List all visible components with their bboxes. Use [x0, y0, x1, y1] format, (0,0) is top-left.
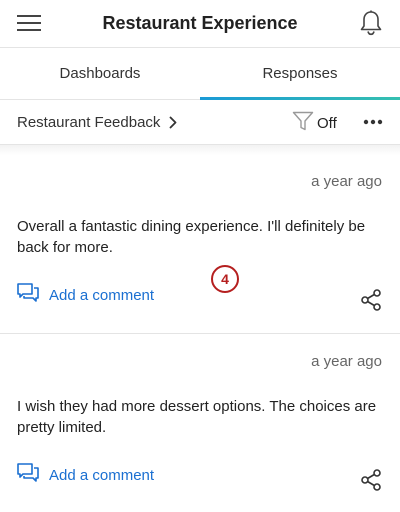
response-card: a year ago Overall a fantastic dining ex…	[0, 155, 400, 334]
app-header: Restaurant Experience	[0, 0, 400, 47]
survey-toolbar: Restaurant Feedback Off	[0, 100, 400, 145]
tab-dashboards[interactable]: Dashboards	[0, 48, 200, 99]
add-comment-button[interactable]: Add a comment	[17, 283, 154, 308]
tab-bar: Dashboards Responses	[0, 47, 400, 100]
funnel-icon	[292, 110, 314, 137]
response-timestamp: a year ago	[311, 353, 382, 370]
tab-label: Dashboards	[59, 65, 141, 82]
tab-responses[interactable]: Responses	[200, 48, 400, 100]
share-icon[interactable]	[360, 469, 382, 491]
step-number-badge: 4	[211, 265, 239, 293]
response-card: a year ago I wish they had more dessert …	[0, 335, 400, 512]
comment-icon	[17, 463, 39, 488]
chevron-right-icon	[169, 116, 177, 129]
app-screen: Restaurant Experience Dashboards Respons…	[0, 0, 400, 512]
bell-icon[interactable]	[358, 9, 384, 37]
add-comment-label: Add a comment	[49, 287, 155, 304]
filter-state: Off	[317, 115, 337, 132]
response-timestamp: a year ago	[311, 173, 382, 190]
hamburger-menu-icon[interactable]	[16, 11, 42, 35]
response-text: Overall a fantastic dining experience. I…	[17, 218, 366, 256]
more-dots-icon[interactable]	[360, 112, 386, 132]
add-comment-button[interactable]: Add a comment	[17, 463, 154, 488]
list-separator	[0, 145, 400, 155]
add-comment-label: Add a comment	[49, 467, 155, 484]
filter-button[interactable]: Off	[292, 110, 337, 137]
share-icon[interactable]	[360, 289, 382, 311]
page-title: Restaurant Experience	[102, 13, 298, 33]
survey-selector[interactable]: Restaurant Feedback	[17, 114, 177, 131]
response-text: I wish they had more dessert options. Th…	[17, 398, 377, 436]
comment-icon	[17, 283, 39, 308]
tab-label: Responses	[262, 65, 338, 82]
survey-name: Restaurant Feedback	[17, 113, 161, 131]
